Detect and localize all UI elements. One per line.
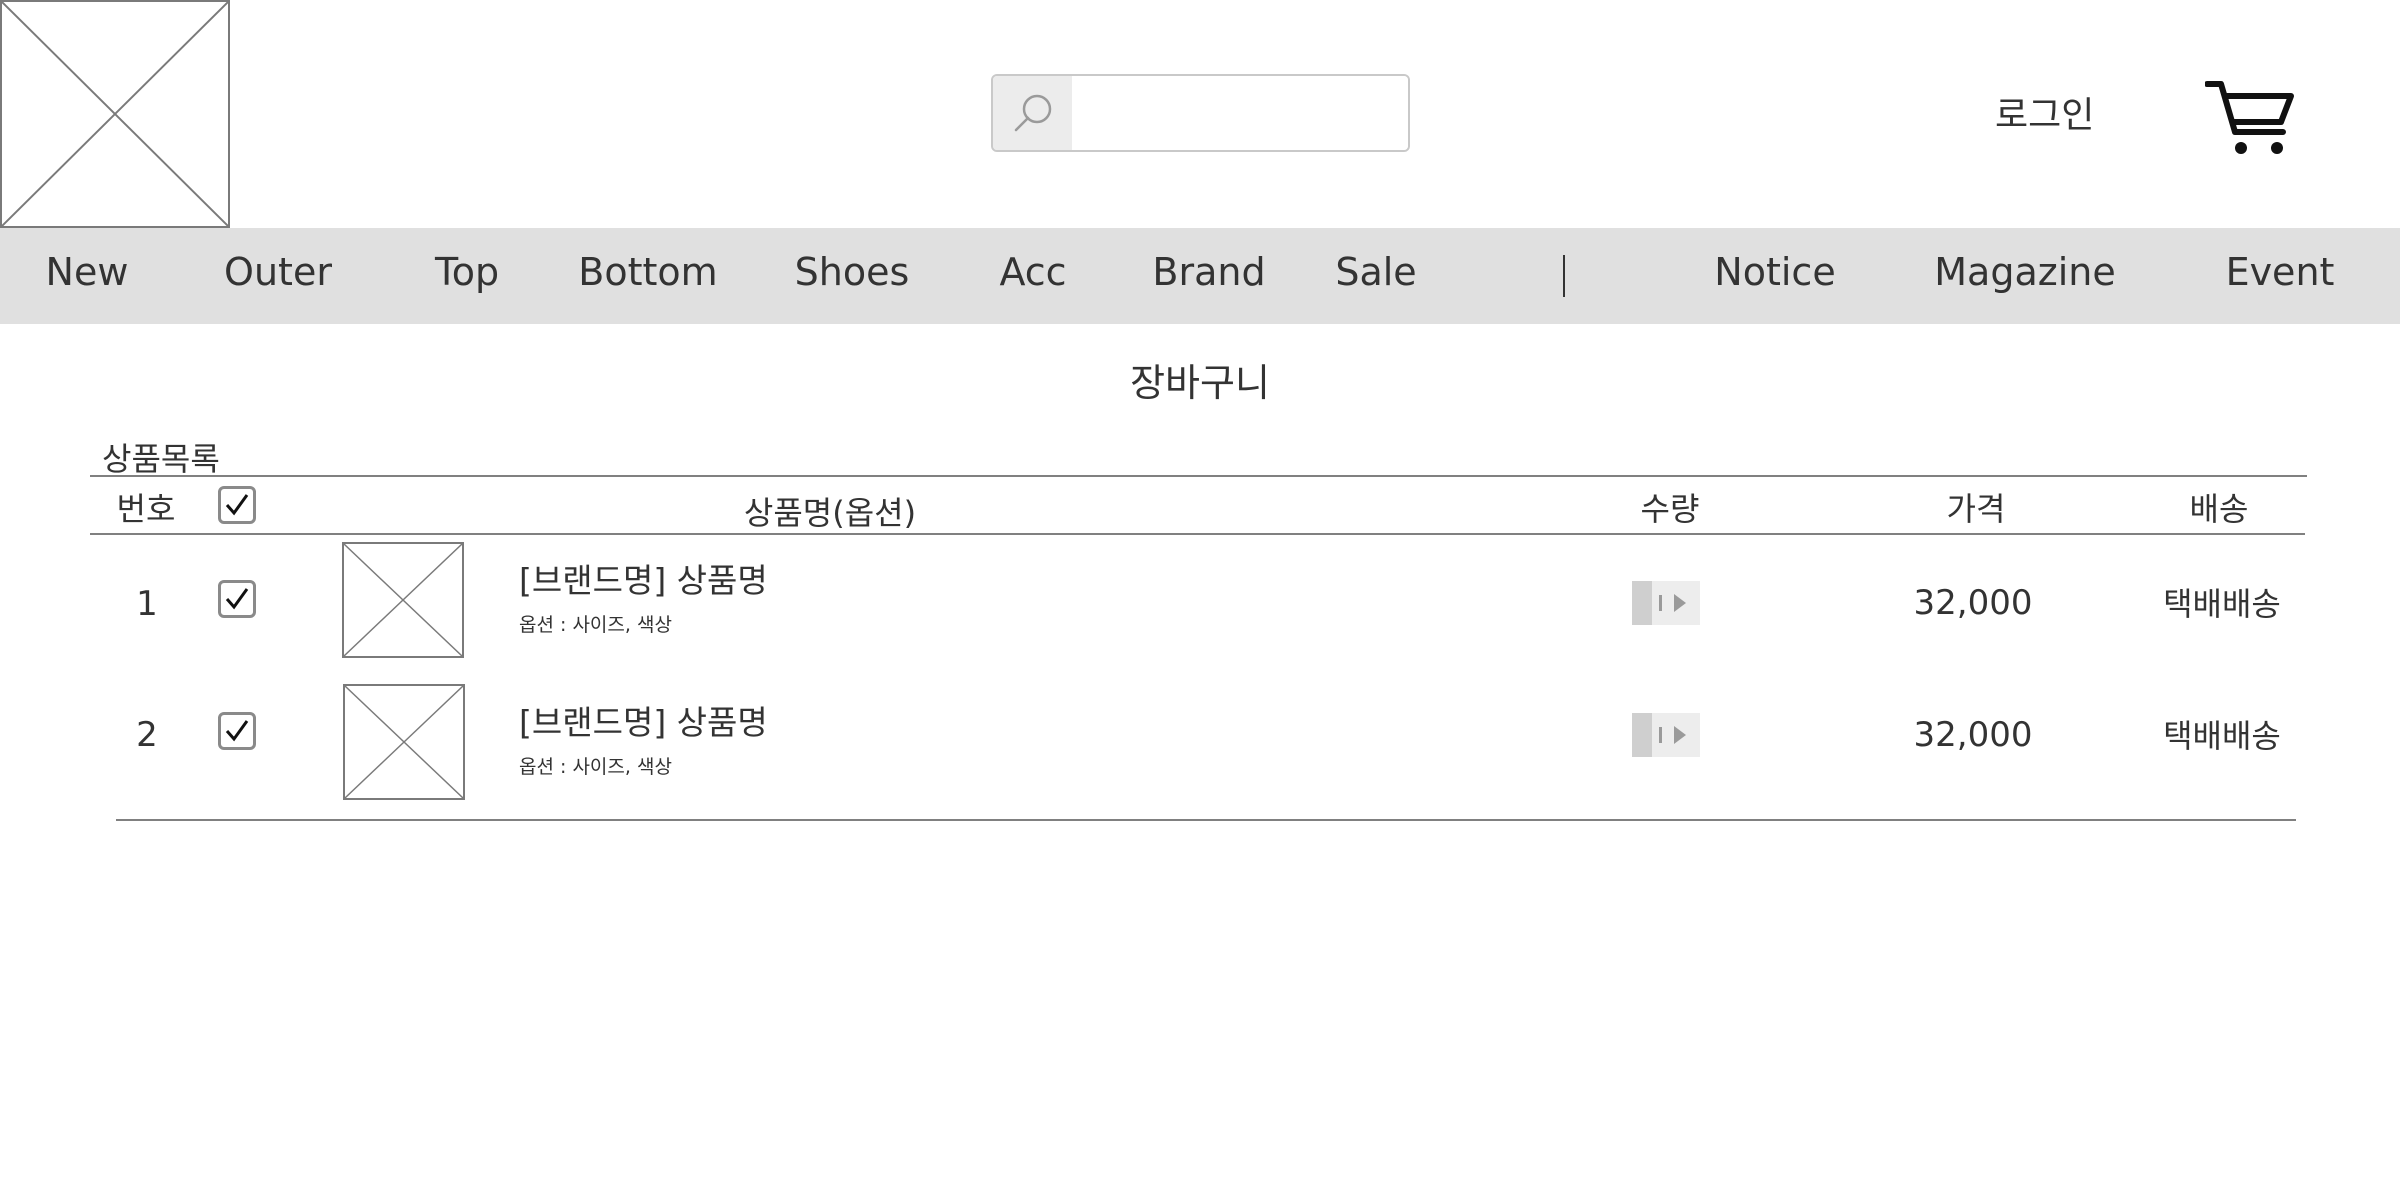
- quantity-stepper[interactable]: [1632, 581, 1700, 625]
- product-option: 옵션 : 사이즈, 색상: [519, 614, 672, 636]
- table-top-border: [90, 475, 2307, 477]
- nav-item-event[interactable]: Event: [2226, 228, 2335, 324]
- product-thumbnail[interactable]: [343, 684, 465, 800]
- logo-placeholder[interactable]: [0, 0, 230, 228]
- search-input[interactable]: [1073, 76, 1408, 150]
- login-link[interactable]: 로그인: [1995, 86, 2094, 138]
- row-number: 1: [136, 584, 158, 624]
- quantity-separator: [1659, 727, 1662, 743]
- search-icon: [1014, 94, 1051, 132]
- item-price: 32,000: [1913, 583, 2033, 623]
- column-header-product-name: 상품명(옵션): [743, 494, 917, 532]
- checkmark-icon: [225, 494, 249, 516]
- table-row: 1 [브랜드명] 상품명 옵션 : 사이즈, 색상 32,000 택배배송: [90, 535, 2305, 667]
- item-checkbox[interactable]: [218, 712, 256, 750]
- column-header-quantity: 수량: [1640, 490, 1700, 528]
- image-placeholder-icon: [2, 2, 228, 226]
- checkmark-icon: [225, 588, 249, 610]
- quantity-separator: [1659, 595, 1662, 611]
- select-all-checkbox[interactable]: [218, 486, 256, 524]
- quantity-stepper[interactable]: [1632, 713, 1700, 757]
- nav-item-sale[interactable]: Sale: [1335, 228, 1416, 324]
- category-nav: New Outer Top Bottom Shoes Acc Brand Sal…: [0, 228, 2400, 324]
- page-title: 장바구니: [1130, 361, 1270, 405]
- nav-item-acc[interactable]: Acc: [999, 228, 1066, 324]
- image-placeholder-icon: [344, 544, 462, 656]
- quantity-increase-icon[interactable]: [1674, 594, 1686, 612]
- row-number: 2: [136, 715, 158, 755]
- nav-item-new[interactable]: New: [46, 228, 129, 324]
- shipping-method: 택배배송: [2163, 585, 2281, 623]
- product-list-label: 상품목록: [102, 440, 220, 478]
- nav-item-magazine[interactable]: Magazine: [1934, 228, 2115, 324]
- nav-divider: [1563, 255, 1565, 297]
- quantity-decrease-button[interactable]: [1632, 713, 1652, 757]
- nav-item-outer[interactable]: Outer: [224, 228, 332, 324]
- nav-item-shoes[interactable]: Shoes: [795, 228, 910, 324]
- nav-item-bottom[interactable]: Bottom: [578, 228, 717, 324]
- checkmark-icon: [225, 720, 249, 742]
- table-row: 2 [브랜드명] 상품명 옵션 : 사이즈, 색상 32,000 택배배송: [90, 667, 2305, 800]
- column-header-shipping: 배송: [2189, 490, 2249, 528]
- column-header-number: 번호: [116, 490, 176, 528]
- item-price: 32,000: [1913, 715, 2033, 755]
- nav-item-notice[interactable]: Notice: [1714, 228, 1835, 324]
- product-name-link[interactable]: [브랜드명] 상품명: [519, 696, 768, 744]
- shipping-method: 택배배송: [2163, 717, 2281, 755]
- search-button[interactable]: [993, 76, 1072, 150]
- column-header-price: 가격: [1946, 490, 2006, 528]
- item-checkbox[interactable]: [218, 580, 256, 618]
- quantity-decrease-button[interactable]: [1632, 581, 1652, 625]
- product-option: 옵션 : 사이즈, 색상: [519, 756, 672, 778]
- product-name-link[interactable]: [브랜드명] 상품명: [519, 554, 768, 602]
- cart-button[interactable]: [2204, 78, 2295, 158]
- image-placeholder-icon: [345, 686, 463, 798]
- nav-item-brand[interactable]: Brand: [1152, 228, 1265, 324]
- shopping-cart-icon: [2204, 81, 2294, 154]
- nav-item-top[interactable]: Top: [435, 228, 499, 324]
- product-thumbnail[interactable]: [342, 542, 464, 658]
- search-bar: [991, 74, 1410, 152]
- quantity-increase-icon[interactable]: [1674, 726, 1686, 744]
- table-bottom-border: [116, 819, 2296, 821]
